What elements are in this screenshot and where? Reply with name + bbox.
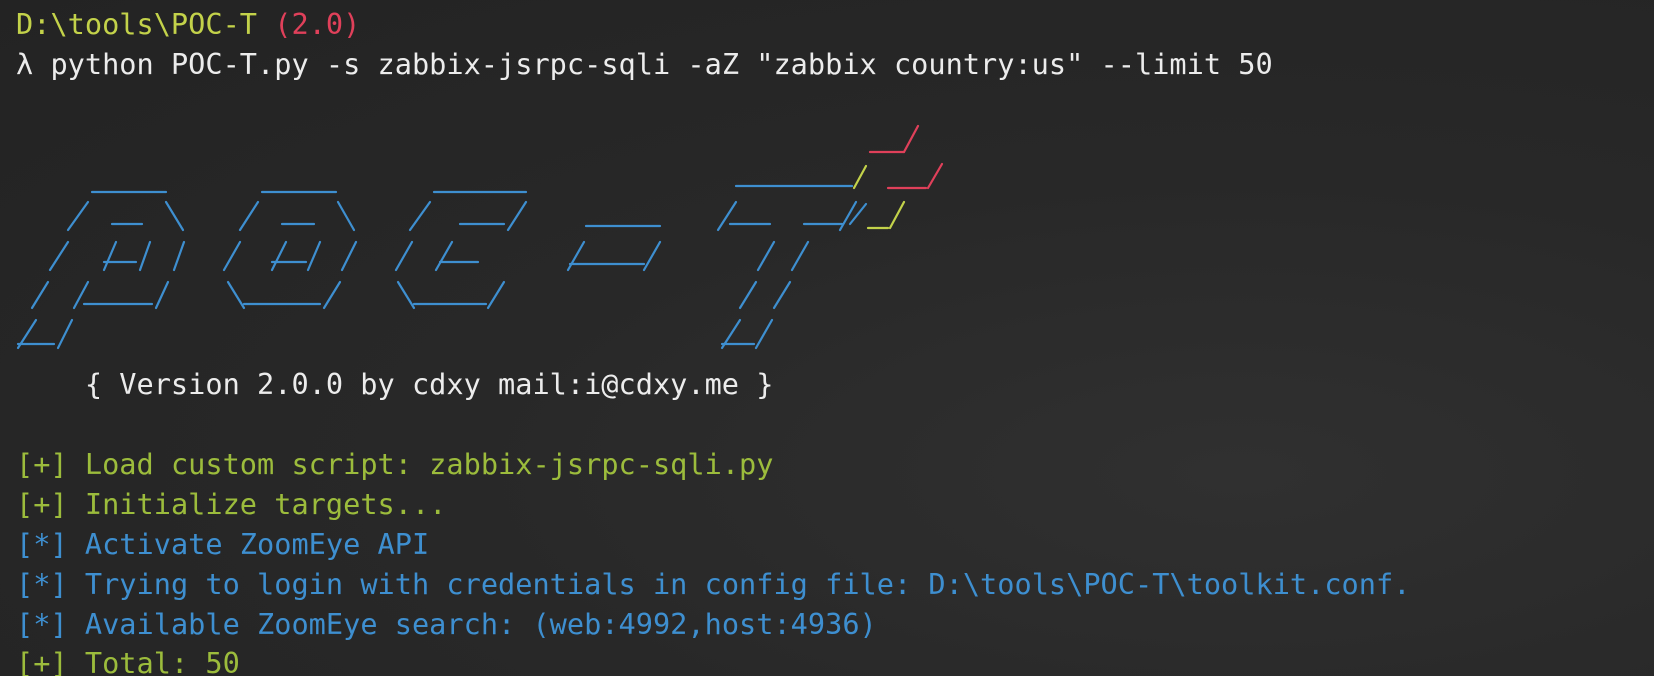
output-line: [*] Activate ZoomEye API — [16, 524, 429, 564]
status-prefix: [+] — [16, 447, 68, 481]
status-prefix: [*] — [16, 567, 68, 601]
poc-t-ascii-logo — [16, 124, 944, 350]
logo-dash — [566, 224, 662, 272]
prompt-path-line: D:\tools\POC-T (2.0) — [16, 4, 360, 44]
output-text: Trying to login with credentials in conf… — [84, 567, 1411, 601]
logo-letter-p — [16, 190, 186, 350]
output-text: Total: 50 — [84, 646, 240, 676]
output-text: Available ZoomEye search: (web:4992,host… — [84, 607, 877, 641]
prompt-path: D:\tools\POC-T — [16, 7, 258, 41]
output-line: [+] Load custom script: zabbix-jsrpc-sql… — [16, 444, 773, 484]
output-line: [*] Trying to login with credentials in … — [16, 564, 1410, 604]
status-prefix: [*] — [16, 527, 68, 561]
logo-letter-c — [394, 190, 528, 310]
output-text: Load custom script: zabbix-jsrpc-sqli.py — [84, 447, 774, 481]
logo-letter-o — [222, 190, 358, 310]
command-line: λ python POC-T.py -s zabbix-jsrpc-sqli -… — [16, 44, 1273, 84]
logo-accent — [848, 124, 944, 230]
output-text: Activate ZoomEye API — [84, 527, 430, 561]
logo-letter-t — [716, 184, 858, 350]
status-prefix: [+] — [16, 487, 68, 521]
terminal-window[interactable]: D:\tools\POC-T (2.0) λ python POC-T.py -… — [0, 0, 1654, 676]
lambda-prompt-icon: λ — [16, 47, 34, 81]
output-line: [+] Initialize targets... — [16, 484, 446, 524]
output-line: [*] Available ZoomEye search: (web:4992,… — [16, 604, 877, 644]
status-prefix: [+] — [16, 646, 68, 676]
output-line: [+] Total: 50 — [16, 643, 240, 676]
version-banner: { Version 2.0.0 by cdxy mail:i@cdxy.me } — [16, 367, 774, 401]
prompt-version-tag: (2.0) — [274, 7, 361, 41]
output-text: Initialize targets... — [84, 487, 447, 521]
status-prefix: [*] — [16, 607, 68, 641]
command-text: python POC-T.py -s zabbix-jsrpc-sqli -aZ… — [50, 47, 1273, 81]
